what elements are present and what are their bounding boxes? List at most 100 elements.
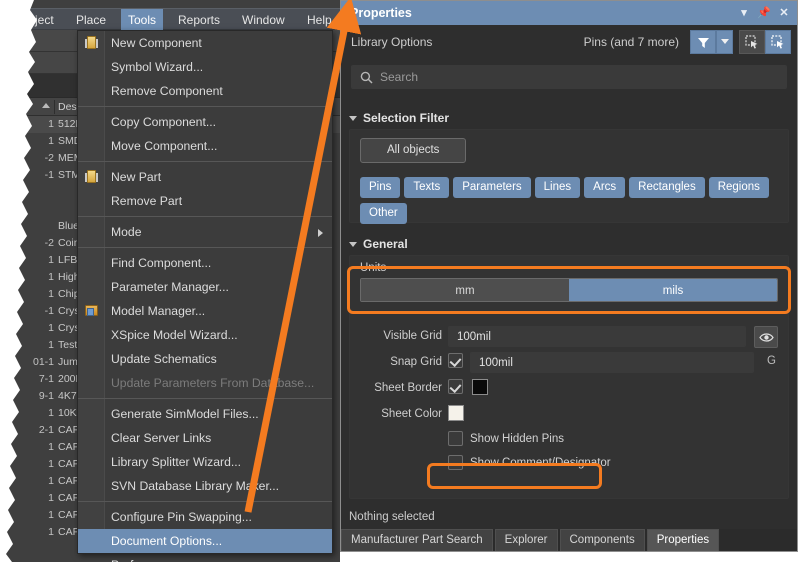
search-icon bbox=[360, 71, 373, 84]
panel-tab-explorer[interactable]: Explorer bbox=[494, 529, 558, 551]
menubar-item-place[interactable]: Place bbox=[69, 9, 113, 31]
menu-item-xspice-model-wizard[interactable]: XSpice Model Wizard... bbox=[78, 323, 332, 347]
menu-item-label: Remove Part bbox=[111, 194, 183, 208]
show-hidden-pins-checkbox[interactable] bbox=[448, 431, 463, 446]
menu-separator bbox=[78, 106, 332, 107]
snap-grid-checkbox[interactable] bbox=[448, 353, 463, 368]
pin-icon[interactable]: 📌 bbox=[755, 1, 773, 25]
menu-item-library-splitter-wizard[interactable]: Library Splitter Wizard... bbox=[78, 450, 332, 474]
selection-filter-chip-parameters[interactable]: Parameters bbox=[453, 177, 531, 198]
row-id-cell: 1 bbox=[48, 458, 54, 470]
sheet-border-checkbox[interactable] bbox=[448, 379, 463, 394]
snap-grid-input[interactable]: 100mil bbox=[470, 352, 754, 373]
filter-funnel-button[interactable] bbox=[690, 30, 716, 54]
panel-tab-manufacturer-part-search[interactable]: Manufacturer Part Search bbox=[341, 529, 493, 551]
selection-filter-chip-arcs[interactable]: Arcs bbox=[584, 177, 626, 198]
menubar-item-tools[interactable]: Tools bbox=[121, 9, 164, 31]
units-label: Units bbox=[360, 262, 387, 274]
sheet-color-swatch[interactable] bbox=[448, 405, 464, 421]
close-icon[interactable]: ✕ bbox=[775, 1, 793, 25]
select-inside-area-button[interactable] bbox=[739, 30, 765, 54]
selection-filter-chip-list: Pins Texts Parameters Lines Arcs Rectangles Re… bbox=[350, 168, 788, 229]
menu-item-label: Update Parameters From Database... bbox=[111, 376, 315, 390]
menubar-item-window[interactable]: Window bbox=[235, 9, 292, 31]
menu-item-document-options[interactable]: Document Options... bbox=[78, 529, 332, 553]
filter-dropdown-button[interactable] bbox=[716, 30, 733, 54]
menu-item-label: Clear Server Links bbox=[111, 431, 212, 445]
visible-grid-visibility-button[interactable] bbox=[754, 326, 778, 348]
units-option-mm[interactable]: mm bbox=[361, 279, 569, 301]
collapse-triangle-icon-general bbox=[349, 242, 357, 248]
selection-filter-chip-rectangles[interactable]: Rectangles bbox=[629, 177, 705, 198]
menu-item-remove-component[interactable]: Remove Component bbox=[78, 79, 332, 103]
menu-item-label: Move Component... bbox=[111, 139, 218, 153]
menu-item-new-part[interactable]: New Part bbox=[78, 165, 332, 189]
menu-item-label: Library Splitter Wizard... bbox=[111, 455, 242, 469]
units-toggle[interactable]: mm mils bbox=[360, 278, 778, 302]
menu-separator bbox=[78, 216, 332, 217]
menu-item-new-component[interactable]: New Component bbox=[78, 31, 332, 55]
show-comment-designator-label: Show Comment/Designator bbox=[470, 457, 611, 469]
row-id-cell: 1 bbox=[48, 492, 54, 504]
row-id-cell: 1 bbox=[48, 509, 54, 521]
search-placeholder-text: Search bbox=[380, 70, 419, 84]
menubar-item-help[interactable]: Help bbox=[300, 9, 339, 31]
menu-item-move-component[interactable]: Move Component... bbox=[78, 134, 332, 158]
panel-title-bar: Properties ▾ 📌 ✕ bbox=[341, 1, 797, 25]
selection-filter-chip-lines[interactable]: Lines bbox=[534, 177, 581, 198]
component-chip-icon bbox=[85, 170, 98, 184]
menu-item-symbol-wizard[interactable]: Symbol Wizard... bbox=[78, 55, 332, 79]
selection-filter-chip-pins[interactable]: Pins bbox=[360, 177, 401, 198]
selection-filter-group: All objects Pins Texts Parameters Lines Arcs… bbox=[349, 129, 789, 224]
menu-item-label: Parameter Manager... bbox=[111, 280, 229, 294]
menu-item-generate-simmodel-files[interactable]: Generate SimModel Files... bbox=[78, 402, 332, 426]
menu-item-svn-database-library-maker[interactable]: SVN Database Library Maker... bbox=[78, 474, 332, 498]
menu-item-model-manager[interactable]: Model Manager... bbox=[78, 299, 332, 323]
menu-item-label: Find Component... bbox=[111, 256, 212, 270]
menu-item-copy-component[interactable]: Copy Component... bbox=[78, 110, 332, 134]
row-id-cell: 1 bbox=[48, 322, 54, 334]
snap-grid-shortcut-hint: G bbox=[767, 355, 776, 367]
all-objects-button[interactable]: All objects bbox=[360, 138, 467, 163]
menu-item-clear-server-links[interactable]: Clear Server Links bbox=[78, 426, 332, 450]
sheet-border-color-swatch[interactable] bbox=[472, 379, 488, 395]
menubar-item-reports[interactable]: Reports bbox=[171, 9, 227, 31]
selection-filter-chip-regions[interactable]: Regions bbox=[708, 177, 769, 198]
menu-item-list: New Component Symbol Wizard... Remove Comp… bbox=[78, 31, 332, 562]
menu-item-update-schematics[interactable]: Update Schematics bbox=[78, 347, 332, 371]
select-touching-area-button[interactable] bbox=[765, 30, 791, 54]
units-row: Units mm mils bbox=[350, 256, 788, 312]
row-id-cell: 1 bbox=[48, 339, 54, 351]
menu-item-remove-part[interactable]: Remove Part bbox=[78, 189, 332, 213]
panel-tab-properties[interactable]: Properties bbox=[646, 529, 720, 551]
menu-item-label: Mode bbox=[111, 225, 142, 239]
row-id-cell: 1 bbox=[48, 135, 54, 147]
menu-item-parameter-manager[interactable]: Parameter Manager... bbox=[78, 275, 332, 299]
menu-item-label: New Component bbox=[111, 36, 202, 50]
menu-item-configure-pin-swapping[interactable]: Configure Pin Swapping... bbox=[78, 505, 332, 529]
panel-tab-components[interactable]: Components bbox=[559, 529, 645, 551]
library-options-row: Library Options Pins (and 7 more) bbox=[341, 25, 797, 59]
menu-item-preferences[interactable]: Preferences... bbox=[78, 553, 332, 562]
units-option-mils[interactable]: mils bbox=[569, 279, 777, 301]
selection-filter-chip-texts[interactable]: Texts bbox=[404, 177, 450, 198]
menu-item-label: Remove Component bbox=[111, 84, 223, 98]
row-id-cell: 2-1 bbox=[38, 424, 54, 436]
menu-item-find-component[interactable]: Find Component... bbox=[78, 251, 332, 275]
row-id-cell: 1 bbox=[48, 475, 54, 487]
selection-filter-header[interactable]: Selection Filter bbox=[349, 111, 449, 125]
search-input[interactable]: Search bbox=[351, 65, 787, 89]
funnel-icon bbox=[697, 37, 709, 48]
general-header[interactable]: General bbox=[349, 237, 408, 251]
chevron-down-icon[interactable]: ▾ bbox=[735, 1, 753, 25]
pins-summary-label: Pins (and 7 more) bbox=[583, 35, 679, 49]
tools-menu-dropdown[interactable]: New Component Symbol Wizard... Remove Comp… bbox=[77, 30, 333, 562]
show-comment-designator-checkbox[interactable] bbox=[448, 455, 463, 470]
visible-grid-input[interactable]: 100mil bbox=[448, 326, 746, 347]
menu-item-label: Update Schematics bbox=[111, 352, 217, 366]
menu-item-mode[interactable]: Mode bbox=[78, 220, 332, 244]
collapse-triangle-icon bbox=[349, 116, 357, 122]
menu-item-label: Generate SimModel Files... bbox=[111, 407, 259, 421]
menubar-item-ject[interactable]: ject bbox=[28, 9, 61, 31]
selection-filter-chip-other[interactable]: Other bbox=[360, 203, 407, 224]
